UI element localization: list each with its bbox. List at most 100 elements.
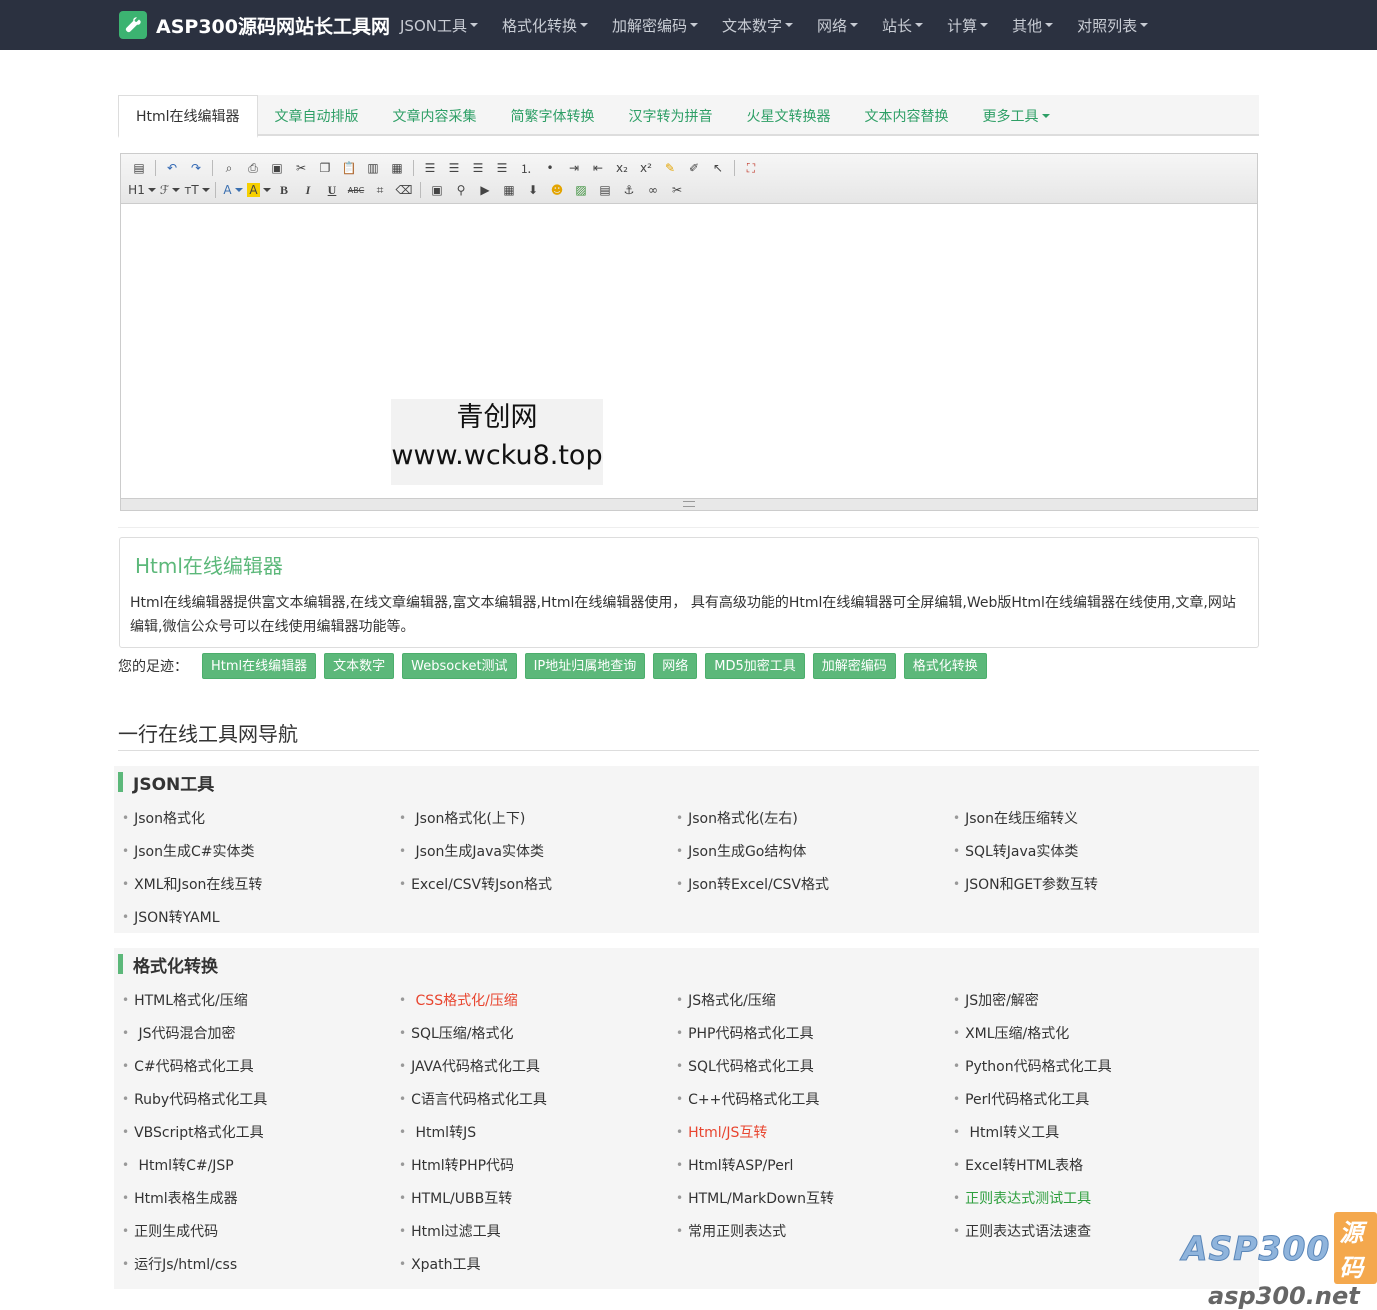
tool-link[interactable]: • Json格式化(上下) <box>399 801 676 834</box>
superscript-icon[interactable]: x² <box>636 158 656 178</box>
print-icon[interactable]: ⎙ <box>243 158 263 178</box>
tool-link[interactable]: • Excel转HTML表格 <box>953 1148 1230 1181</box>
tool-link[interactable]: • Html过滤工具 <box>399 1214 676 1247</box>
tool-link[interactable]: • Html转C#/JSP <box>122 1148 399 1181</box>
unordered-list-icon[interactable]: • <box>540 158 560 178</box>
tool-link[interactable]: • Xpath工具 <box>399 1247 676 1280</box>
tab-item[interactable]: 文章内容采集 <box>376 95 494 136</box>
image-insert-icon[interactable]: ▣ <box>427 180 447 200</box>
anchor-icon[interactable]: ⚓ <box>619 180 639 200</box>
heading-button[interactable]: H1 <box>128 180 156 200</box>
clear-format-icon[interactable]: ✎ <box>660 158 680 178</box>
nav-menu-item[interactable]: 站长 <box>870 0 935 50</box>
tool-link[interactable]: • Html转ASP/Perl <box>676 1148 953 1181</box>
tool-link[interactable]: • Json生成Java实体类 <box>399 834 676 867</box>
tool-link[interactable]: • Json格式化 <box>122 801 399 834</box>
paste-word-icon[interactable]: ▦ <box>387 158 407 178</box>
html-editor[interactable]: ▤ ↶ ↷ ⌕ ⎙ ▣ ✂ ❐ 📋 ▥ ▦ ☰ ☰ ☰ ☰ ⒈ • ⇥ ⇤ x₂ x² ✎ ✐ ↖ ⛶ H1 ℱ ᴛT A A … <box>120 153 1258 511</box>
underline-button[interactable]: U <box>322 180 342 200</box>
outdent-icon[interactable]: ⇤ <box>588 158 608 178</box>
insert-row-icon[interactable]: ⬇ <box>523 180 543 200</box>
tool-link[interactable]: • JSON转YAML <box>122 900 399 933</box>
history-chip[interactable]: Websocket测试 <box>402 653 517 679</box>
unlink-icon[interactable]: ✂ <box>667 180 687 200</box>
link-icon[interactable]: ⚲ <box>451 180 471 200</box>
history-chip[interactable]: Html在线编辑器 <box>202 653 317 679</box>
tool-link[interactable]: • JSON和GET参数互转 <box>953 867 1230 900</box>
font-size-button[interactable]: ᴛT <box>184 180 210 200</box>
preview-icon[interactable]: ⌕ <box>219 158 239 178</box>
indent-icon[interactable]: ⇥ <box>564 158 584 178</box>
tool-link[interactable]: • SQL转Java实体类 <box>953 834 1230 867</box>
nav-menu-item[interactable]: 格式化转换 <box>490 0 600 50</box>
cursor-icon[interactable]: ↖ <box>708 158 728 178</box>
font-color-button[interactable]: A <box>222 180 244 200</box>
nav-menu-item[interactable]: 网络 <box>805 0 870 50</box>
paste-icon[interactable]: 📋 <box>339 158 359 178</box>
tool-link[interactable]: • Json生成Go结构体 <box>676 834 953 867</box>
tool-link[interactable]: • C语言代码格式化工具 <box>399 1082 676 1115</box>
hr-icon[interactable]: ⌗ <box>370 180 390 200</box>
tool-link[interactable]: • Json生成C#实体类 <box>122 834 399 867</box>
history-chip[interactable]: 文本数字 <box>324 653 395 679</box>
source-icon[interactable]: ▤ <box>129 158 149 178</box>
nav-menu-item[interactable]: 文本数字 <box>710 0 805 50</box>
bold-button[interactable]: B <box>274 180 294 200</box>
tool-link[interactable]: • JS代码混合加密 <box>122 1016 399 1049</box>
tool-link[interactable]: • 正则表达式测试工具 <box>953 1181 1230 1214</box>
tab-item[interactable]: Html在线编辑器 <box>118 95 258 138</box>
tool-link[interactable]: • HTML/UBB互转 <box>399 1181 676 1214</box>
tool-link[interactable]: • Html表格生成器 <box>122 1181 399 1214</box>
history-chip[interactable]: 网络 <box>653 653 698 679</box>
tab-item[interactable]: 文章自动排版 <box>258 95 376 136</box>
tool-link[interactable]: • HTML格式化/压缩 <box>122 983 399 1016</box>
italic-button[interactable]: I <box>298 180 318 200</box>
nav-menu-item[interactable]: 计算 <box>935 0 1000 50</box>
tool-link[interactable]: • C++代码格式化工具 <box>676 1082 953 1115</box>
strikethrough-button[interactable]: ABC <box>346 180 366 200</box>
select-all-icon[interactable]: ✐ <box>684 158 704 178</box>
align-justify-icon[interactable]: ☰ <box>492 158 512 178</box>
tool-link[interactable]: • C#代码格式化工具 <box>122 1049 399 1082</box>
tool-link[interactable]: • Html转JS <box>399 1115 676 1148</box>
tab-item[interactable]: 更多工具 <box>966 95 1067 136</box>
nav-menu-item[interactable]: 对照列表 <box>1065 0 1160 50</box>
table-icon[interactable]: ▦ <box>499 180 519 200</box>
tab-item[interactable]: 文本内容替换 <box>848 95 966 136</box>
subscript-icon[interactable]: x₂ <box>612 158 632 178</box>
font-family-button[interactable]: ℱ <box>159 180 181 200</box>
copy-icon[interactable]: ❐ <box>315 158 335 178</box>
tab-item[interactable]: 汉字转为拼音 <box>612 95 730 136</box>
tool-link[interactable]: • Html转义工具 <box>953 1115 1230 1148</box>
align-left-icon[interactable]: ☰ <box>420 158 440 178</box>
nav-menu-item[interactable]: JSON工具 <box>388 0 490 50</box>
tool-link[interactable]: • Ruby代码格式化工具 <box>122 1082 399 1115</box>
nav-menu-item[interactable]: 其他 <box>1000 0 1065 50</box>
tool-link[interactable]: • SQL代码格式化工具 <box>676 1049 953 1082</box>
tool-link[interactable]: • XML压缩/格式化 <box>953 1016 1230 1049</box>
paste-text-icon[interactable]: ▥ <box>363 158 383 178</box>
tool-link[interactable]: • JS格式化/压缩 <box>676 983 953 1016</box>
tool-link[interactable]: • VBScript格式化工具 <box>122 1115 399 1148</box>
picture-icon[interactable]: ▨ <box>571 180 591 200</box>
resize-handle-icon[interactable] <box>683 501 695 507</box>
tool-link[interactable]: • Html转PHP代码 <box>399 1148 676 1181</box>
tool-link[interactable]: • Html/JS互转 <box>676 1115 953 1148</box>
fullscreen-icon[interactable]: ⛶ <box>741 158 761 178</box>
cut-icon[interactable]: ✂ <box>291 158 311 178</box>
video-icon[interactable]: ▶ <box>475 180 495 200</box>
editor-content-area[interactable]: 青创网 www.wcku8.top <box>121 204 1257 498</box>
tab-item[interactable]: 简繁字体转换 <box>494 95 612 136</box>
history-chip[interactable]: MD5加密工具 <box>705 653 805 679</box>
tool-link[interactable]: • Json在线压缩转义 <box>953 801 1230 834</box>
tool-link[interactable]: • 运行Js/html/css <box>122 1247 399 1280</box>
pagebreak-icon[interactable]: ▤ <box>595 180 615 200</box>
ordered-list-icon[interactable]: ⒈ <box>516 158 536 178</box>
tool-link[interactable]: • XML和Json在线互转 <box>122 867 399 900</box>
history-chip[interactable]: IP地址归属地查询 <box>524 653 646 679</box>
tool-link[interactable]: • Python代码格式化工具 <box>953 1049 1230 1082</box>
tool-link[interactable]: • Json转Excel/CSV格式 <box>676 867 953 900</box>
chain-link-icon[interactable]: ∞ <box>643 180 663 200</box>
align-right-icon[interactable]: ☰ <box>468 158 488 178</box>
emoji-icon[interactable]: ☻ <box>547 180 567 200</box>
